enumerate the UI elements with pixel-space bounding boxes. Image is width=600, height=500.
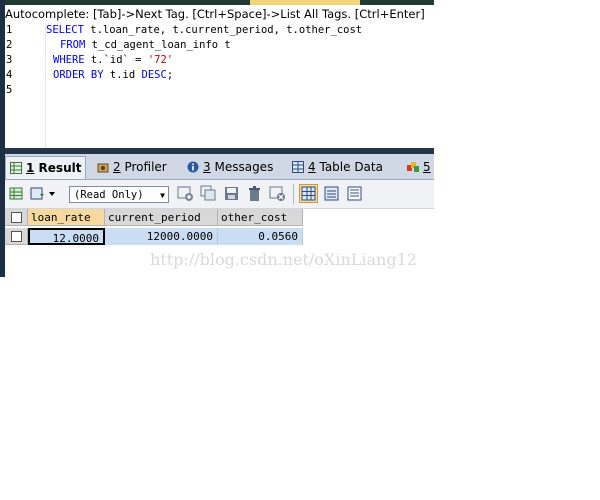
result-toolbar: (Read Only) ▼ bbox=[5, 180, 434, 209]
sql-text: ; bbox=[166, 69, 174, 81]
line-number-gutter: 1 2 3 4 5 bbox=[5, 24, 46, 148]
chevron-down-icon: ▼ bbox=[160, 191, 165, 200]
watermark: http://blog.csdn.net/oXinLiang12 bbox=[150, 250, 417, 269]
export-grid-icon[interactable] bbox=[8, 185, 25, 202]
tab-number: 3 bbox=[203, 160, 211, 174]
code-line-4[interactable]: ORDER BY t.id DESC; bbox=[53, 69, 173, 81]
tab-table-data[interactable]: 4 Table Data bbox=[292, 156, 383, 178]
result-tab-bar: 1 Result 2 Profiler 3 Messages 4 Table D… bbox=[5, 154, 434, 180]
tab-messages[interactable]: 3 Messages bbox=[187, 156, 273, 178]
profiler-icon bbox=[97, 163, 109, 173]
row-selector[interactable] bbox=[5, 228, 28, 245]
select-all-header[interactable] bbox=[5, 209, 28, 226]
sql-keyword: FROM bbox=[60, 39, 86, 51]
line-number: 4 bbox=[6, 69, 13, 81]
colored-blocks-icon bbox=[407, 162, 419, 172]
tab-label: Profiler bbox=[124, 160, 167, 174]
line-number: 3 bbox=[6, 54, 13, 66]
duplicate-row-icon[interactable] bbox=[200, 185, 217, 202]
delete-icon[interactable] bbox=[246, 185, 263, 202]
tab-number: 4 bbox=[308, 160, 316, 174]
sql-editor[interactable]: 1 2 3 4 5 SELECT t.loan_rate, t.current_… bbox=[5, 24, 434, 148]
column-header[interactable]: current_period bbox=[105, 209, 218, 226]
select-all-checkbox[interactable] bbox=[11, 212, 22, 223]
result-mode-icon[interactable] bbox=[30, 185, 47, 202]
code-line-3[interactable]: WHERE t.`id` = '72' bbox=[53, 54, 173, 66]
tab-label: Table Data bbox=[319, 160, 383, 174]
tab-result[interactable]: 1 Result bbox=[5, 156, 87, 179]
grid-view-icon[interactable] bbox=[299, 184, 318, 203]
code-line-2[interactable]: FROM t_cd_agent_loan_info t bbox=[60, 39, 231, 51]
add-row-icon[interactable] bbox=[177, 185, 194, 202]
row-checkbox[interactable] bbox=[11, 231, 22, 242]
form-view-icon[interactable] bbox=[323, 185, 340, 202]
tab-number: 1 bbox=[26, 161, 35, 175]
table-cell[interactable]: 12000.0000 bbox=[105, 228, 218, 245]
toolbar-divider bbox=[293, 184, 294, 204]
sql-text: t.loan_rate, t.current_period, t.other_c… bbox=[83, 24, 363, 36]
tab-number: 2 bbox=[113, 160, 121, 174]
info-icon bbox=[187, 161, 199, 173]
table-cell[interactable]: 12.0000 bbox=[28, 228, 105, 245]
result-mode-select[interactable]: (Read Only) ▼ bbox=[69, 186, 169, 203]
sql-keyword: WHERE bbox=[53, 54, 85, 66]
line-number: 5 bbox=[6, 84, 13, 96]
result-grid-icon bbox=[10, 162, 22, 174]
result-mode-value: (Read Only) bbox=[74, 189, 144, 201]
tab-label: Messages bbox=[214, 160, 274, 174]
save-icon[interactable] bbox=[223, 185, 240, 202]
sql-keyword: DESC bbox=[141, 69, 167, 81]
column-header[interactable]: other_cost bbox=[218, 209, 303, 226]
line-number: 2 bbox=[6, 39, 13, 51]
sql-keyword: SELECT bbox=[46, 24, 84, 36]
sql-keyword: ORDER BY bbox=[53, 69, 104, 81]
table-cell[interactable]: 0.0560 bbox=[218, 228, 303, 245]
active-editor-tab[interactable] bbox=[250, 0, 360, 5]
tab-label: Result bbox=[38, 161, 82, 175]
table-icon bbox=[292, 161, 304, 173]
editor-tab-strip bbox=[0, 0, 434, 5]
chevron-down-icon[interactable] bbox=[47, 185, 57, 202]
sql-text: t.`id` = bbox=[84, 54, 148, 66]
sql-string: '72' bbox=[147, 54, 174, 66]
text-view-icon[interactable] bbox=[346, 185, 363, 202]
cancel-changes-icon[interactable] bbox=[269, 185, 286, 202]
line-number: 1 bbox=[6, 24, 13, 36]
tab-number: 5 bbox=[423, 160, 431, 174]
query-window: Autocomplete: [Tab]->Next Tag. [Ctrl+Spa… bbox=[0, 0, 434, 277]
tab-5[interactable]: 5 bbox=[407, 156, 431, 178]
code-line-1[interactable]: SELECT t.loan_rate, t.current_period, t.… bbox=[46, 24, 362, 36]
column-header[interactable]: loan_rate bbox=[28, 209, 105, 226]
tab-profiler[interactable]: 2 Profiler bbox=[97, 156, 167, 178]
sql-text: t.id bbox=[103, 69, 142, 81]
sql-text: t_cd_agent_loan_info t bbox=[85, 39, 231, 51]
autocomplete-hint: Autocomplete: [Tab]->Next Tag. [Ctrl+Spa… bbox=[5, 7, 425, 21]
